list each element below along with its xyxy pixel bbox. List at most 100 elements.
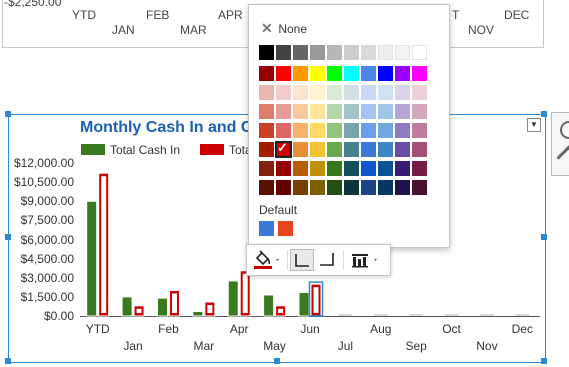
color-swatch[interactable]	[395, 85, 410, 100]
color-swatch[interactable]	[327, 85, 342, 100]
default-color-swatch[interactable]	[278, 221, 293, 236]
color-swatch[interactable]	[378, 66, 393, 81]
color-swatch[interactable]	[310, 45, 325, 60]
color-swatch[interactable]	[276, 180, 291, 195]
color-swatch[interactable]	[293, 161, 308, 176]
color-swatch[interactable]	[412, 123, 427, 138]
color-swatch[interactable]	[344, 45, 359, 60]
color-swatch[interactable]	[344, 104, 359, 119]
color-swatch[interactable]	[361, 85, 376, 100]
color-swatch[interactable]	[327, 104, 342, 119]
color-swatch-selected[interactable]: ✓	[275, 140, 292, 158]
color-swatch[interactable]	[310, 123, 325, 138]
color-swatch[interactable]	[361, 161, 376, 176]
x-tick-label: May	[263, 339, 286, 353]
bar-cash-in[interactable]	[156, 297, 168, 317]
color-swatch[interactable]	[310, 180, 325, 195]
color-swatch[interactable]	[361, 104, 376, 119]
bar-cash-in[interactable]	[192, 311, 204, 317]
color-swatch[interactable]	[412, 85, 427, 100]
fill-color-button[interactable]	[251, 249, 285, 271]
color-swatch[interactable]	[276, 104, 291, 119]
color-swatch[interactable]	[344, 85, 359, 100]
color-swatch[interactable]	[395, 161, 410, 176]
color-swatch[interactable]	[310, 104, 325, 119]
color-swatch[interactable]	[276, 161, 291, 176]
color-swatch[interactable]	[259, 85, 274, 100]
color-swatch[interactable]	[412, 104, 427, 119]
color-swatch[interactable]	[412, 142, 427, 157]
color-swatch[interactable]	[378, 85, 393, 100]
chart-type-button[interactable]	[347, 249, 385, 271]
color-swatch[interactable]	[361, 180, 376, 195]
default-color-swatch[interactable]	[259, 221, 274, 236]
color-swatch[interactable]	[327, 66, 342, 81]
color-swatch[interactable]	[344, 142, 359, 157]
color-swatch[interactable]	[361, 142, 376, 157]
chart-format-toolbar	[246, 244, 391, 276]
color-swatch[interactable]	[293, 142, 308, 157]
color-swatch[interactable]	[395, 104, 410, 119]
border-left-button[interactable]	[290, 249, 314, 271]
color-swatch[interactable]	[310, 142, 325, 157]
color-swatch[interactable]	[310, 66, 325, 81]
color-swatch[interactable]	[378, 45, 393, 60]
color-swatch[interactable]	[259, 142, 274, 157]
color-swatch[interactable]	[276, 123, 291, 138]
color-swatch[interactable]	[259, 66, 274, 81]
color-swatch[interactable]	[327, 142, 342, 157]
color-swatch[interactable]	[259, 123, 274, 138]
color-swatch[interactable]	[395, 123, 410, 138]
color-swatch[interactable]	[378, 104, 393, 119]
color-swatch[interactable]	[327, 123, 342, 138]
color-swatch[interactable]	[361, 45, 376, 60]
color-swatch[interactable]	[395, 45, 410, 60]
color-swatch[interactable]	[293, 123, 308, 138]
color-swatch[interactable]	[293, 104, 308, 119]
color-swatch[interactable]	[310, 161, 325, 176]
color-swatch[interactable]	[276, 66, 291, 81]
bar-cash-in[interactable]	[298, 291, 310, 317]
color-swatch[interactable]	[378, 142, 393, 157]
color-swatch[interactable]	[361, 66, 376, 81]
color-swatch[interactable]	[259, 104, 274, 119]
x-tick-label: Dec	[511, 322, 533, 336]
none-color-option[interactable]: ✕ None	[261, 20, 307, 36]
color-swatch[interactable]	[344, 66, 359, 81]
color-swatch[interactable]	[327, 161, 342, 176]
bar-cash-in[interactable]	[121, 296, 133, 317]
empty-bar	[409, 314, 424, 316]
color-swatch[interactable]	[412, 66, 427, 81]
color-swatch[interactable]	[395, 66, 410, 81]
color-swatch[interactable]	[344, 180, 359, 195]
color-swatch[interactable]	[259, 161, 274, 176]
color-swatch[interactable]	[344, 123, 359, 138]
color-swatch[interactable]	[395, 180, 410, 195]
color-swatch[interactable]	[412, 45, 427, 60]
color-swatch[interactable]	[378, 161, 393, 176]
color-swatch[interactable]	[361, 123, 376, 138]
color-swatch[interactable]	[412, 161, 427, 176]
color-swatch[interactable]	[378, 180, 393, 195]
color-swatch[interactable]	[293, 85, 308, 100]
color-swatch[interactable]	[412, 180, 427, 195]
bar-cash-in[interactable]	[263, 294, 275, 317]
color-swatch[interactable]	[378, 123, 393, 138]
color-swatch[interactable]	[259, 180, 274, 195]
color-swatch[interactable]	[327, 180, 342, 195]
color-swatch[interactable]	[293, 45, 308, 60]
bar-cash-in[interactable]	[86, 200, 98, 317]
border-right-button[interactable]	[316, 249, 340, 271]
color-swatch[interactable]	[293, 66, 308, 81]
color-swatch[interactable]	[293, 180, 308, 195]
x-tick-label: Feb	[158, 322, 179, 336]
bar-cash-in[interactable]	[227, 280, 239, 317]
color-swatch[interactable]	[310, 85, 325, 100]
color-swatch[interactable]	[327, 45, 342, 60]
color-swatch[interactable]	[344, 161, 359, 176]
color-swatch[interactable]	[276, 85, 291, 100]
color-swatch[interactable]	[276, 45, 291, 60]
color-swatch[interactable]	[395, 142, 410, 157]
default-colors-label: Default	[259, 203, 298, 217]
color-swatch[interactable]	[259, 45, 274, 60]
